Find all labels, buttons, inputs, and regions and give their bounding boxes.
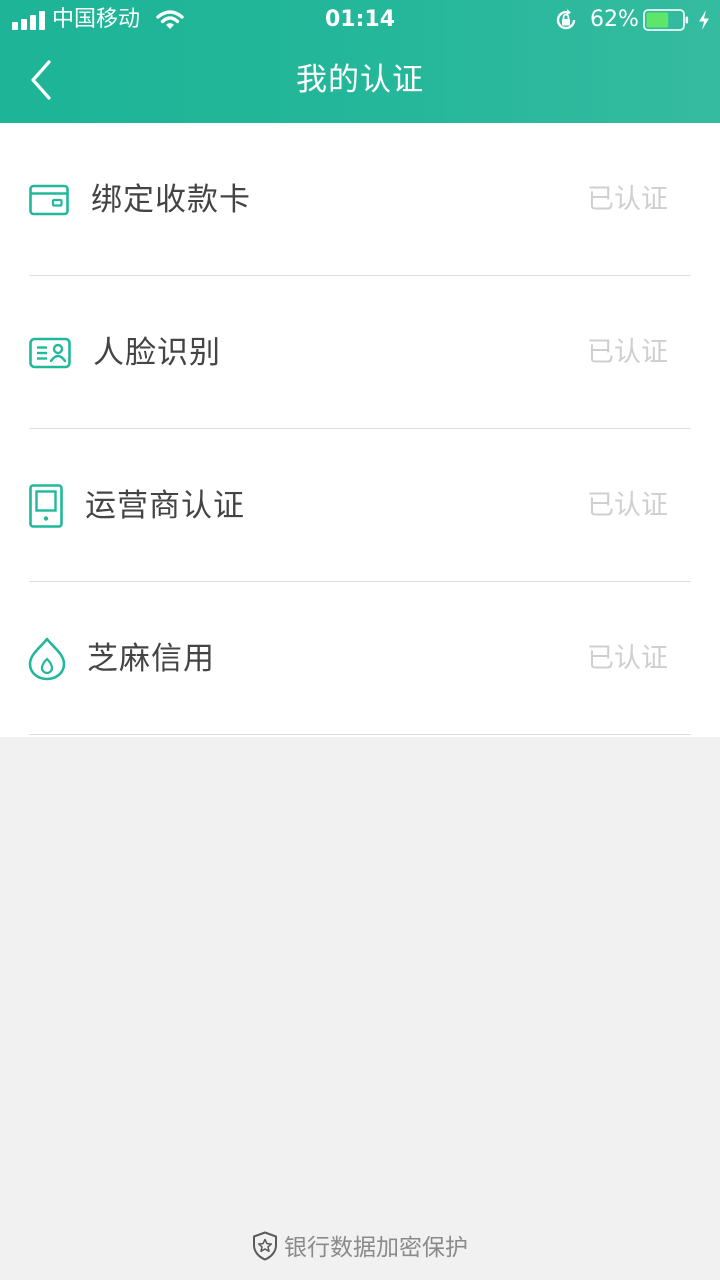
verification-item-sesame-credit[interactable]: 芝麻信用 已认证 [0, 582, 720, 735]
item-status: 已认证 [587, 642, 668, 674]
sesame-credit-icon [28, 637, 66, 680]
item-status: 已认证 [587, 336, 668, 368]
verification-list: 绑定收款卡 已认证 人脸识别 已认证 运营商认证 已认证 芝麻信用 已认证 [0, 123, 720, 737]
header-bar: 中国移动 01:14 62% 我的认证 [0, 0, 720, 123]
footer-text: 银行数据加密保护 [284, 1234, 468, 1261]
verification-item-bank-card[interactable]: 绑定收款卡 已认证 [0, 123, 720, 276]
item-status: 已认证 [587, 489, 668, 521]
item-status: 已认证 [587, 183, 668, 215]
bank-card-icon [29, 184, 69, 215]
page-title: 我的认证 [296, 62, 424, 98]
verification-item-face[interactable]: 人脸识别 已认证 [0, 276, 720, 429]
item-label: 芝麻信用 [87, 640, 215, 677]
security-footer: 银行数据加密保护 [0, 1230, 720, 1264]
mobile-phone-icon [29, 483, 63, 528]
status-bar: 中国移动 01:14 62% [0, 0, 720, 40]
divider [29, 734, 691, 735]
charging-icon [699, 10, 709, 30]
shield-star-icon [253, 1231, 277, 1260]
battery-percent: 62% [590, 7, 639, 32]
item-label: 人脸识别 [93, 334, 221, 371]
screen: 中国移动 01:14 62% 我的认证 绑定收款卡 已认证 人脸识别 已认证 运… [0, 0, 720, 1280]
item-label: 运营商认证 [85, 487, 245, 524]
orientation-lock-icon [556, 9, 576, 30]
verification-item-carrier[interactable]: 运营商认证 已认证 [0, 429, 720, 582]
battery-icon [643, 9, 689, 31]
id-card-face-icon [29, 337, 71, 368]
item-label: 绑定收款卡 [91, 181, 251, 218]
